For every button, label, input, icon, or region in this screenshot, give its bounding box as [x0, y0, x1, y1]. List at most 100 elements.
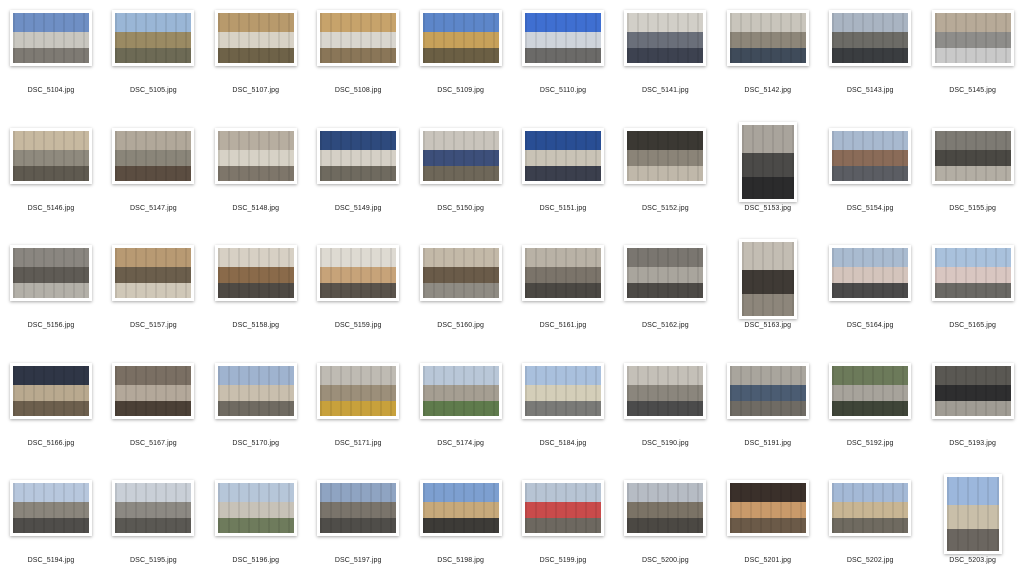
- thumbnail-item[interactable]: DSC_5155.jpg: [922, 118, 1024, 235]
- thumbnail-image[interactable]: [522, 480, 604, 537]
- thumbnail-item[interactable]: DSC_5147.jpg: [102, 118, 204, 235]
- thumbnail-item[interactable]: DSC_5197.jpg: [307, 470, 409, 587]
- thumbnail-item[interactable]: DSC_5105.jpg: [102, 0, 204, 117]
- thumbnail-image[interactable]: [738, 239, 797, 320]
- thumbnail-item[interactable]: DSC_5107.jpg: [205, 0, 307, 117]
- thumbnail-image[interactable]: [726, 10, 809, 66]
- thumbnail-image[interactable]: [624, 127, 707, 184]
- thumbnail-image[interactable]: [522, 127, 604, 184]
- thumbnail-item[interactable]: DSC_5152.jpg: [614, 118, 716, 235]
- thumbnail-image[interactable]: [112, 480, 195, 537]
- thumbnail-image[interactable]: [10, 245, 92, 302]
- thumbnail-item[interactable]: DSC_5193.jpg: [922, 353, 1024, 470]
- thumbnail-item[interactable]: DSC_5160.jpg: [410, 235, 512, 352]
- thumbnail-item[interactable]: DSC_5104.jpg: [0, 0, 102, 117]
- thumbnail-image[interactable]: [726, 480, 809, 537]
- thumbnail-image[interactable]: [624, 362, 707, 419]
- thumbnail-image[interactable]: [726, 362, 809, 419]
- thumbnail-item[interactable]: DSC_5148.jpg: [205, 118, 307, 235]
- thumbnail-image[interactable]: [419, 10, 502, 66]
- thumbnail-image[interactable]: [829, 10, 912, 66]
- thumbnail-item[interactable]: DSC_5195.jpg: [102, 470, 204, 587]
- thumbnail-item[interactable]: DSC_5184.jpg: [512, 353, 614, 470]
- thumbnail-image[interactable]: [931, 245, 1014, 302]
- thumbnail-item[interactable]: DSC_5158.jpg: [205, 235, 307, 352]
- thumbnail-item[interactable]: DSC_5143.jpg: [819, 0, 921, 117]
- thumbnail-image[interactable]: [829, 245, 912, 302]
- thumbnail-image[interactable]: [317, 480, 400, 537]
- thumbnail-item[interactable]: DSC_5201.jpg: [717, 470, 819, 587]
- thumbnail-item[interactable]: DSC_5196.jpg: [205, 470, 307, 587]
- thumbnail-image[interactable]: [214, 480, 297, 537]
- thumbnail-image[interactable]: [522, 10, 604, 66]
- thumbnail-image[interactable]: [214, 10, 297, 66]
- thumbnail-item[interactable]: DSC_5170.jpg: [205, 353, 307, 470]
- thumbnail-image[interactable]: [10, 10, 92, 66]
- thumbnail-item[interactable]: DSC_5149.jpg: [307, 118, 409, 235]
- thumbnail-image[interactable]: [419, 127, 502, 184]
- thumbnail-item[interactable]: DSC_5157.jpg: [102, 235, 204, 352]
- thumbnail-item[interactable]: DSC_5200.jpg: [614, 470, 716, 587]
- thumbnail-image[interactable]: [522, 362, 604, 419]
- thumbnail-item[interactable]: DSC_5167.jpg: [102, 353, 204, 470]
- thumbnail-image[interactable]: [10, 362, 92, 419]
- thumbnail-item[interactable]: DSC_5165.jpg: [922, 235, 1024, 352]
- thumbnail-image[interactable]: [419, 362, 502, 419]
- thumbnail-item[interactable]: DSC_5164.jpg: [819, 235, 921, 352]
- thumbnail-image[interactable]: [931, 10, 1014, 66]
- thumbnail-item[interactable]: DSC_5162.jpg: [614, 235, 716, 352]
- thumbnail-image[interactable]: [317, 10, 400, 66]
- thumbnail-image[interactable]: [522, 245, 604, 302]
- thumbnail-item[interactable]: DSC_5202.jpg: [819, 470, 921, 587]
- thumbnail-image[interactable]: [931, 127, 1014, 184]
- thumbnail-image[interactable]: [214, 127, 297, 184]
- thumbnail-image[interactable]: [829, 480, 912, 537]
- thumbnail-image[interactable]: [112, 245, 195, 302]
- thumbnail-image[interactable]: [943, 474, 1002, 555]
- thumbnail-item[interactable]: DSC_5171.jpg: [307, 353, 409, 470]
- thumbnail-item[interactable]: DSC_5192.jpg: [819, 353, 921, 470]
- thumbnail-image[interactable]: [738, 121, 797, 202]
- thumbnail-image[interactable]: [419, 480, 502, 537]
- thumbnail-image[interactable]: [10, 127, 92, 184]
- thumbnail-image[interactable]: [419, 245, 502, 302]
- thumbnail-image[interactable]: [112, 10, 195, 66]
- thumbnail-image[interactable]: [624, 480, 707, 537]
- thumbnail-image[interactable]: [10, 480, 92, 537]
- thumbnail-image[interactable]: [112, 127, 195, 184]
- thumbnail-item[interactable]: DSC_5153.jpg: [717, 118, 819, 235]
- thumbnail-image[interactable]: [317, 245, 400, 302]
- thumbnail-item[interactable]: DSC_5203.jpg: [922, 470, 1024, 587]
- thumbnail-item[interactable]: DSC_5161.jpg: [512, 235, 614, 352]
- thumbnail-item[interactable]: DSC_5154.jpg: [819, 118, 921, 235]
- thumbnail-item[interactable]: DSC_5198.jpg: [410, 470, 512, 587]
- thumbnail-image[interactable]: [624, 245, 707, 302]
- thumbnail-item[interactable]: DSC_5194.jpg: [0, 470, 102, 587]
- thumbnail-image[interactable]: [317, 362, 400, 419]
- thumbnail-item[interactable]: DSC_5166.jpg: [0, 353, 102, 470]
- thumbnail-item[interactable]: DSC_5108.jpg: [307, 0, 409, 117]
- thumbnail-image[interactable]: [931, 362, 1014, 419]
- thumbnail-image[interactable]: [829, 362, 912, 419]
- thumbnail-item[interactable]: DSC_5199.jpg: [512, 470, 614, 587]
- thumbnail-item[interactable]: DSC_5163.jpg: [717, 235, 819, 352]
- thumbnail-item[interactable]: DSC_5109.jpg: [410, 0, 512, 117]
- thumbnail-item[interactable]: DSC_5146.jpg: [0, 118, 102, 235]
- thumbnail-image[interactable]: [112, 362, 195, 419]
- thumbnail-item[interactable]: DSC_5159.jpg: [307, 235, 409, 352]
- thumbnail-image[interactable]: [214, 245, 297, 302]
- thumbnail-image[interactable]: [317, 127, 400, 184]
- thumbnail-image[interactable]: [214, 362, 297, 419]
- thumbnail-item[interactable]: DSC_5110.jpg: [512, 0, 614, 117]
- thumbnail-item[interactable]: DSC_5142.jpg: [717, 0, 819, 117]
- thumbnail-item[interactable]: DSC_5190.jpg: [614, 353, 716, 470]
- thumbnail-item[interactable]: DSC_5141.jpg: [614, 0, 716, 117]
- thumbnail-item[interactable]: DSC_5150.jpg: [410, 118, 512, 235]
- thumbnail-image[interactable]: [624, 10, 707, 66]
- thumbnail-item[interactable]: DSC_5151.jpg: [512, 118, 614, 235]
- thumbnail-item[interactable]: DSC_5145.jpg: [922, 0, 1024, 117]
- thumbnail-image[interactable]: [829, 127, 912, 184]
- thumbnail-item[interactable]: DSC_5191.jpg: [717, 353, 819, 470]
- thumbnail-item[interactable]: DSC_5174.jpg: [410, 353, 512, 470]
- thumbnail-item[interactable]: DSC_5156.jpg: [0, 235, 102, 352]
